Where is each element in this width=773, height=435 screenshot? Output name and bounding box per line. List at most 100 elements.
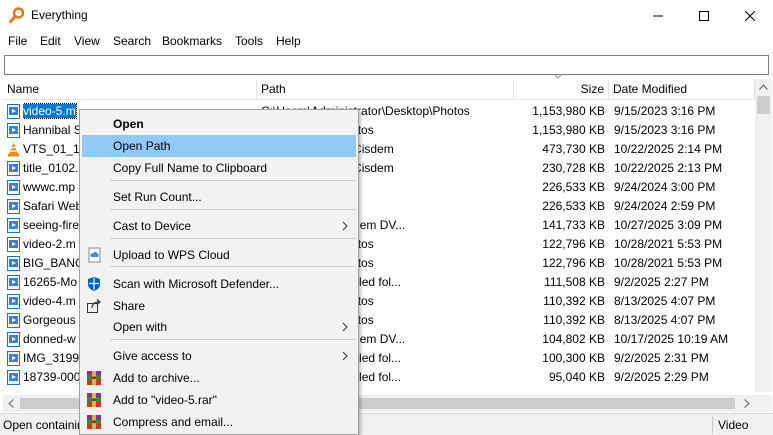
scroll-up-icon bbox=[759, 84, 768, 90]
context-item-compress-and-email[interactable]: Compress and email... bbox=[82, 411, 356, 433]
file-name-text: Hannibal S bbox=[23, 123, 82, 137]
context-item-open-path[interactable]: Open Path bbox=[82, 135, 356, 157]
file-name-text: 18739-000 bbox=[23, 370, 81, 384]
column-header-name[interactable]: Name bbox=[3, 79, 257, 100]
file-size: 110,392 KB bbox=[543, 313, 605, 327]
file-size: 230,728 KB bbox=[542, 161, 605, 175]
menu-file[interactable]: File bbox=[8, 34, 27, 48]
file-size: 226,533 KB bbox=[542, 199, 605, 213]
context-item-give-access-to[interactable]: Give access to bbox=[82, 345, 356, 367]
menu-separator bbox=[110, 339, 356, 340]
file-name-text: video-2.m bbox=[23, 237, 76, 251]
context-item-label: Compress and email... bbox=[113, 415, 234, 429]
scroll-right-icon bbox=[744, 399, 750, 408]
file-date-modified: 10/27/2025 3:09 PM bbox=[614, 218, 723, 232]
file-name-text: video-4.m bbox=[23, 294, 76, 308]
vlc-file-icon bbox=[8, 142, 19, 157]
menu-edit[interactable]: Edit bbox=[40, 34, 61, 48]
file-date-modified: 9/2/2025 2:27 PM bbox=[614, 275, 709, 289]
winrar-icon bbox=[87, 415, 101, 429]
context-item-set-run-count[interactable]: Set Run Count... bbox=[82, 186, 356, 208]
column-header-path[interactable]: Path bbox=[257, 79, 514, 100]
context-item-label: Cast to Device bbox=[113, 219, 192, 233]
file-name-text: IMG_3199_ bbox=[23, 351, 86, 365]
video-file-icon bbox=[7, 104, 20, 119]
menu-separator bbox=[110, 266, 356, 267]
context-item-label: Open with bbox=[113, 320, 168, 334]
context-item-label: Share bbox=[113, 299, 146, 313]
video-file-icon bbox=[7, 256, 20, 271]
menu-bookmarks[interactable]: Bookmarks bbox=[162, 34, 222, 48]
context-item-share[interactable]: Share bbox=[82, 295, 356, 317]
maximize-button[interactable] bbox=[681, 0, 727, 31]
column-header-date-modified[interactable]: Date Modified bbox=[609, 79, 755, 100]
maximize-icon bbox=[699, 10, 709, 21]
context-item-label: Copy Full Name to Clipboard bbox=[113, 161, 268, 175]
file-date-modified: 9/2/2025 2:31 PM bbox=[614, 351, 709, 365]
context-item-add-to-video-5-rar[interactable]: Add to "video-5.rar" bbox=[82, 389, 356, 411]
close-button[interactable] bbox=[727, 0, 773, 31]
context-item-upload-to-wps-cloud[interactable]: Upload to WPS Cloud bbox=[82, 244, 356, 266]
menu-separator bbox=[110, 238, 356, 239]
menu-bar: File Edit View Search Bookmarks Tools He… bbox=[0, 31, 773, 51]
menu-search[interactable]: Search bbox=[113, 34, 151, 48]
share-icon bbox=[87, 299, 101, 313]
video-file-icon bbox=[7, 370, 20, 385]
vertical-scrollbar[interactable] bbox=[755, 79, 772, 392]
file-date-modified: 10/22/2025 2:14 PM bbox=[614, 142, 723, 156]
file-date-modified: 9/15/2023 3:16 PM bbox=[614, 104, 716, 118]
file-name-text: wwwc.mp bbox=[23, 180, 76, 194]
file-name-text: BIG_BANG bbox=[23, 256, 85, 270]
menu-view[interactable]: View bbox=[74, 34, 100, 48]
context-item-add-to-archive[interactable]: Add to archive... bbox=[82, 367, 356, 389]
video-file-icon bbox=[7, 199, 20, 214]
search-input[interactable] bbox=[4, 55, 769, 75]
column-headers: Name Path Size Date Modified bbox=[3, 79, 755, 100]
chevron-right-icon bbox=[342, 351, 348, 361]
minimize-icon bbox=[653, 15, 663, 16]
file-size: 226,533 KB bbox=[542, 180, 605, 194]
video-file-icon bbox=[7, 123, 20, 138]
file-name-text: Safari Web bbox=[23, 199, 83, 213]
context-item-label: Upload to WPS Cloud bbox=[113, 248, 230, 262]
context-item-copy-full-name-to-clipboard[interactable]: Copy Full Name to Clipboard bbox=[82, 157, 356, 179]
context-menu: Open Open Path Copy Full Name to Clipboard… bbox=[79, 109, 359, 435]
context-item-cast-to-device[interactable]: Cast to Device bbox=[82, 215, 356, 237]
file-size: 141,733 KB bbox=[542, 218, 605, 232]
menu-tools[interactable]: Tools bbox=[235, 34, 263, 48]
file-date-modified: 9/2/2025 2:29 PM bbox=[614, 370, 709, 384]
context-item-open[interactable]: Open bbox=[82, 113, 356, 135]
video-file-icon bbox=[7, 313, 20, 328]
defender-shield-icon bbox=[88, 277, 100, 291]
file-date-modified: 9/24/2024 3:00 PM bbox=[614, 180, 716, 194]
status-text: Open containing bbox=[3, 418, 91, 432]
file-size: 104,802 KB bbox=[542, 332, 605, 346]
file-date-modified: 10/28/2021 5:53 PM bbox=[614, 237, 723, 251]
file-name-text: 16265-Mo bbox=[23, 275, 78, 289]
file-size: 110,392 KB bbox=[543, 294, 605, 308]
chevron-right-icon bbox=[342, 221, 348, 231]
file-date-modified: 10/17/2025 10:19 AM bbox=[614, 332, 729, 346]
video-file-icon bbox=[7, 218, 20, 233]
context-item-label: Add to archive... bbox=[113, 371, 200, 385]
file-date-modified: 8/13/2025 4:07 PM bbox=[614, 313, 716, 327]
file-size: 111,508 KB bbox=[544, 275, 605, 289]
file-size: 95,040 KB bbox=[548, 370, 605, 384]
file-size: 122,796 KB bbox=[542, 256, 605, 270]
status-divider bbox=[712, 416, 713, 433]
scrollbar-corner bbox=[755, 395, 772, 412]
file-name-text: donned-w bbox=[23, 332, 76, 346]
wps-cloud-icon bbox=[88, 247, 101, 263]
vertical-scroll-thumb[interactable] bbox=[757, 96, 770, 114]
context-item-label: Open Path bbox=[113, 139, 171, 153]
column-header-size[interactable]: Size bbox=[514, 79, 609, 100]
context-item-label: Set Run Count... bbox=[113, 190, 202, 204]
context-item-open-with[interactable]: Open with bbox=[82, 316, 356, 338]
minimize-button[interactable] bbox=[635, 0, 681, 31]
video-file-icon bbox=[7, 237, 20, 252]
menu-help[interactable]: Help bbox=[276, 34, 301, 48]
title-bar: Everything bbox=[0, 0, 773, 31]
file-name-text: video-5.m bbox=[23, 103, 77, 119]
context-item-scan-with-microsoft-defender[interactable]: Scan with Microsoft Defender... bbox=[82, 273, 356, 295]
video-file-icon bbox=[7, 332, 20, 347]
